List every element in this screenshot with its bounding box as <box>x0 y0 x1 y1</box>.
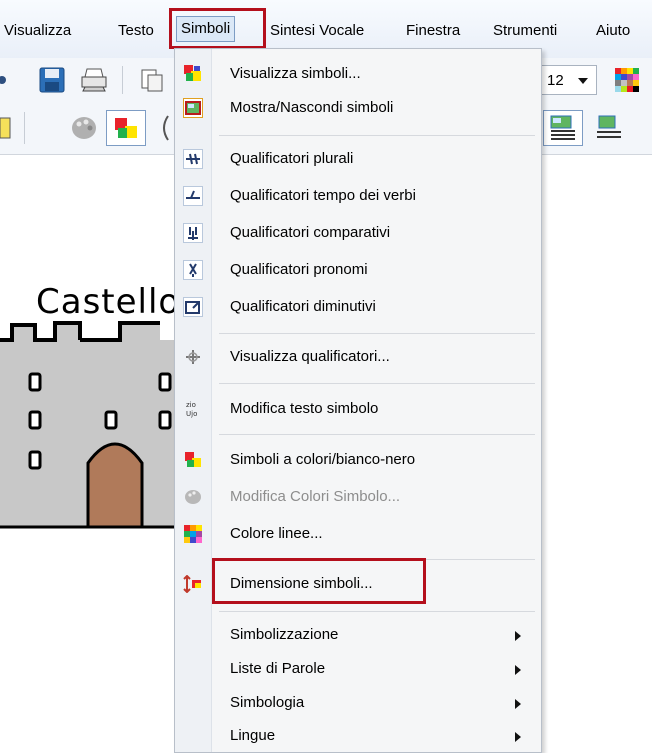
menu-separator <box>219 135 535 136</box>
menu-item-label: Colore linee... <box>230 525 323 542</box>
edit-symbol-text-icon: zio Ujo <box>183 399 203 419</box>
partial-tool-icon[interactable] <box>0 114 14 142</box>
menu-testo[interactable]: Testo <box>118 18 154 44</box>
font-size-dropdown[interactable]: 12 <box>539 65 597 95</box>
menu-item-qualificatori-plurali[interactable]: Qualificatori plurali <box>175 142 541 176</box>
view-qualifiers-icon <box>183 347 203 367</box>
menu-item-label: Qualificatori comparativi <box>230 224 391 241</box>
menu-item-lingue[interactable]: Lingue <box>175 719 541 753</box>
line-color-icon <box>183 524 203 544</box>
menu-sintesi-vocale[interactable]: Sintesi Vocale <box>270 18 364 44</box>
menu-item-visualizza-qualificatori[interactable]: Visualizza qualificatori... <box>175 340 541 374</box>
menu-item-label: Qualificatori diminutivi <box>230 298 376 315</box>
save-icon[interactable] <box>38 66 66 94</box>
submenu-arrow-icon <box>515 699 521 709</box>
menu-strumenti[interactable]: Strumenti <box>493 18 557 44</box>
document-word: Castello <box>36 282 181 322</box>
menu-aiuto[interactable]: Aiuto <box>596 18 630 44</box>
menu-item-qualificatori-comparativi[interactable]: Qualificatori comparativi <box>175 216 541 250</box>
menu-item-qualificatori-pronomi[interactable]: Qualificatori pronomi <box>175 253 541 287</box>
font-size-value: 12 <box>547 71 564 89</box>
palette-icon <box>183 487 203 507</box>
menu-item-qualificatori-diminutivi[interactable]: Qualificatori diminutivi <box>175 290 541 324</box>
menu-finestra[interactable]: Finestra <box>406 18 460 44</box>
menu-item-simbolizzazione[interactable]: Simbolizzazione <box>175 618 541 652</box>
palette-icon[interactable] <box>68 112 100 144</box>
menu-item-label: Qualificatori tempo dei verbi <box>230 187 416 204</box>
pronoun-qualifier-icon <box>183 260 203 280</box>
simboli-dropdown-menu: Visualizza simboli... Mostra/Nascondi si… <box>174 48 542 753</box>
menu-item-modifica-colori-simbolo[interactable]: Modifica Colori Simbolo... <box>175 480 541 514</box>
menu-item-label: Simboli a colori/bianco-nero <box>230 451 416 468</box>
color-bw-symbols-icon <box>183 450 203 470</box>
plural-qualifier-icon <box>183 149 203 169</box>
symbol-size-icon <box>183 574 203 594</box>
menu-item-label: Mostra/Nascondi simboli <box>230 99 394 116</box>
print-icon[interactable] <box>78 66 110 94</box>
menu-item-label: Qualificatori pronomi <box>230 261 368 278</box>
menu-item-label: Modifica testo simbolo <box>230 400 379 417</box>
menu-item-dimensione-simboli[interactable]: Dimensione simboli... <box>175 567 541 601</box>
menu-item-visualizza-simboli[interactable]: Visualizza simboli... <box>175 57 541 91</box>
diminutive-qualifier-icon <box>183 297 203 317</box>
submenu-arrow-icon <box>515 732 521 742</box>
menu-item-simboli-colori-bianco-nero[interactable]: Simboli a colori/bianco-nero <box>175 443 541 477</box>
menu-item-label: Liste di Parole <box>230 660 326 677</box>
castle-symbol-image <box>0 321 175 529</box>
menu-visualizza[interactable]: Visualizza <box>4 18 71 44</box>
menu-item-colore-linee[interactable]: Colore linee... <box>175 517 541 551</box>
svg-text:Ujo: Ujo <box>186 410 197 418</box>
menu-item-label: Simbologia <box>230 694 305 711</box>
symbols-view-icon <box>183 64 203 84</box>
menu-item-label: Visualizza simboli... <box>230 65 361 82</box>
chevron-down-icon <box>578 78 588 84</box>
color-symbols-toggle[interactable] <box>106 110 146 146</box>
symbols-above-text-icon[interactable] <box>543 110 583 146</box>
comparative-qualifier-icon <box>183 223 203 243</box>
menu-separator <box>219 333 535 334</box>
submenu-arrow-icon <box>515 631 521 641</box>
menu-separator <box>219 434 535 435</box>
partial-tool-icon[interactable] <box>0 68 14 92</box>
menu-item-label: Qualificatori plurali <box>230 150 354 167</box>
menu-item-liste-di-parole[interactable]: Liste di Parole <box>175 652 541 686</box>
svg-text:zio: zio <box>186 401 196 409</box>
show-hide-symbols-icon <box>183 98 203 118</box>
verb-tense-qualifier-icon <box>183 186 203 206</box>
menu-item-label: Visualizza qualificatori... <box>230 348 390 365</box>
toolbar-separator <box>122 66 123 94</box>
menu-item-label: Modifica Colori Simbolo... <box>230 488 401 505</box>
menu-item-label: Simbolizzazione <box>230 626 339 643</box>
menu-item-modifica-testo-simbolo[interactable]: zio Ujo Modifica testo simbolo <box>175 392 541 426</box>
menu-separator <box>219 383 535 384</box>
menu-separator <box>219 611 535 612</box>
partial-tool-icon[interactable] <box>158 112 170 144</box>
menu-item-label: Dimensione simboli... <box>230 575 373 592</box>
menu-item-mostra-nascondi-simboli[interactable]: Mostra/Nascondi simboli <box>175 91 541 125</box>
symbols-below-text-icon[interactable] <box>592 112 626 144</box>
menu-simboli[interactable]: Simboli <box>176 16 236 42</box>
color-palette-icon[interactable] <box>614 66 640 94</box>
menu-item-qualificatori-tempo-verbi[interactable]: Qualificatori tempo dei verbi <box>175 179 541 213</box>
menu-item-label: Lingue <box>230 727 276 744</box>
menu-separator <box>219 559 535 560</box>
submenu-arrow-icon <box>515 665 521 675</box>
menu-item-simbologia[interactable]: Simbologia <box>175 686 541 720</box>
toolbar-separator <box>24 112 25 144</box>
paste-icon[interactable] <box>136 66 166 94</box>
